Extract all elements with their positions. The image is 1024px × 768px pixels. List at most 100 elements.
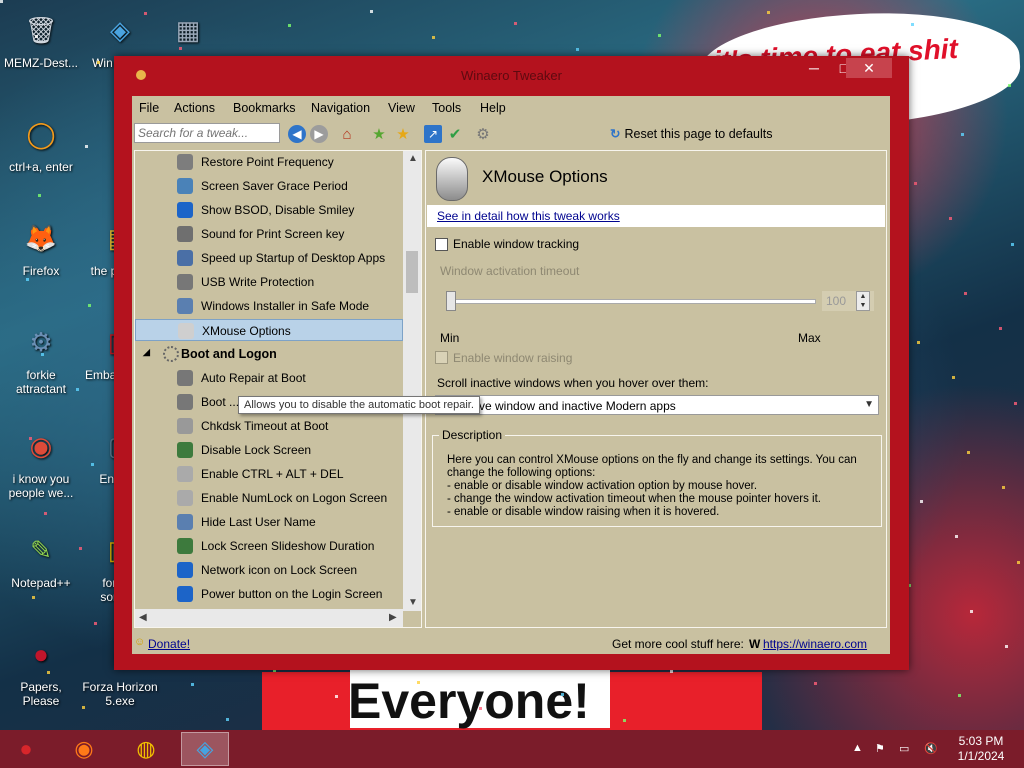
start-button[interactable]: ● bbox=[2, 732, 50, 766]
tree-item[interactable]: Restore Point Frequency bbox=[135, 151, 403, 173]
tweak-icon bbox=[177, 490, 193, 506]
taskbar-winaero[interactable]: ◈ bbox=[181, 732, 229, 766]
tree-item[interactable]: Network icon on Lock Screen bbox=[135, 559, 403, 581]
confetti-speck bbox=[967, 451, 970, 454]
add-bookmark-icon[interactable]: ★ bbox=[370, 125, 388, 143]
tree-item[interactable]: USB Write Protection bbox=[135, 271, 403, 293]
tweak-panel: XMouse Options See in detail how this tw… bbox=[425, 150, 887, 628]
tree-item-selected[interactable]: XMouse Options bbox=[135, 319, 403, 341]
back-icon[interactable]: ◀ bbox=[288, 125, 306, 143]
desktop-icon[interactable]: ⚙ forkie attractant bbox=[3, 320, 79, 396]
tree-item[interactable]: Windows Installer in Safe Mode bbox=[135, 295, 403, 317]
confetti-speck bbox=[144, 12, 147, 15]
tree-item[interactable]: Lock Screen Slideshow Duration bbox=[135, 535, 403, 557]
description-legend: Description bbox=[439, 428, 506, 442]
home-icon[interactable]: ⌂ bbox=[338, 125, 356, 143]
scroll-inactive-dropdown[interactable]: ctive window and inactive Modern apps ▼ bbox=[435, 395, 879, 415]
tweak-tree: Restore Point Frequency Screen Saver Grac… bbox=[134, 150, 422, 628]
bookmarks-icon[interactable]: ★ bbox=[394, 125, 412, 143]
scroll-thumb[interactable] bbox=[406, 251, 418, 293]
tree-item[interactable]: Screen Saver Grace Period bbox=[135, 175, 403, 197]
tree-item-label: Screen Saver Grace Period bbox=[201, 179, 348, 193]
flag-icon[interactable]: ⚑ bbox=[875, 742, 885, 755]
tree-item[interactable]: Auto Repair at Boot bbox=[135, 367, 403, 389]
clock[interactable]: 5:03 PM 1/1/2024 bbox=[948, 734, 1014, 764]
expand-arrow-icon[interactable]: ◢ bbox=[143, 347, 150, 358]
taskbar-chrome[interactable]: ◍ bbox=[122, 732, 170, 766]
tree-item-label: Sound for Print Screen key bbox=[201, 227, 345, 241]
scroll-right-icon[interactable]: ▶ bbox=[389, 612, 397, 623]
desktop-icon[interactable]: ◯ ctrl+a, enter bbox=[3, 112, 79, 174]
timeout-slider-thumb[interactable] bbox=[446, 291, 456, 311]
tree-item[interactable]: Hide Last User Name bbox=[135, 511, 403, 533]
menu-tools[interactable]: Tools bbox=[432, 101, 461, 115]
tree-item[interactable]: Speed up Startup of Desktop Apps bbox=[135, 247, 403, 269]
taskbar-firefox[interactable]: ◉ bbox=[60, 732, 108, 766]
tooltip: Allows you to disable the automatic boot… bbox=[238, 396, 480, 414]
tree-item[interactable]: Enable NumLock on Logon Screen bbox=[135, 487, 403, 509]
confetti-speck bbox=[226, 718, 229, 721]
confetti-speck bbox=[814, 682, 817, 685]
start-icon: ● bbox=[19, 736, 33, 761]
tree-item-label: Chkdsk Timeout at Boot bbox=[201, 419, 329, 433]
desktop-icon-label: Papers, Please bbox=[20, 680, 62, 708]
desktop-icon[interactable]: ● Papers, Please bbox=[3, 632, 79, 708]
winaero-link[interactable]: https://winaero.com bbox=[763, 637, 867, 651]
forward-icon[interactable]: ▶ bbox=[310, 125, 328, 143]
tree-item[interactable]: Chkdsk Timeout at Boot bbox=[135, 415, 403, 437]
title-bar[interactable]: Winaero Tweaker ─ □ ✕ bbox=[114, 56, 909, 96]
desktop-icon[interactable]: 🗑 MEMZ-Dest... bbox=[3, 8, 79, 70]
desktop-icon[interactable]: 🦊 Firefox bbox=[3, 216, 79, 278]
volume-muted-icon[interactable]: 🔇 bbox=[924, 742, 938, 755]
apply-icon[interactable]: ✔ bbox=[446, 125, 464, 143]
confetti-speck bbox=[949, 217, 952, 220]
confetti-speck bbox=[914, 182, 917, 185]
menu-bar: File Actions Bookmarks Navigation View T… bbox=[132, 96, 890, 120]
menu-navigation[interactable]: Navigation bbox=[311, 101, 370, 115]
scroll-down-icon[interactable]: ▼ bbox=[408, 597, 418, 608]
tree-item[interactable]: Enable CTRL + ALT + DEL bbox=[135, 463, 403, 485]
tree-item[interactable]: Disable Lock Screen bbox=[135, 439, 403, 461]
tree-item[interactable]: Power button on the Login Screen bbox=[135, 583, 403, 605]
scroll-left-icon[interactable]: ◀ bbox=[139, 612, 147, 623]
confetti-speck bbox=[88, 304, 91, 307]
show-hidden-icons[interactable]: ▲ bbox=[852, 742, 863, 754]
timeout-slider-track[interactable] bbox=[448, 299, 816, 304]
detail-link[interactable]: See in detail how this tweak works bbox=[437, 209, 620, 223]
desktop-icon[interactable]: ✎ Notepad++ bbox=[3, 528, 79, 590]
tree-item-label: Speed up Startup of Desktop Apps bbox=[201, 251, 386, 265]
enable-tracking-checkbox[interactable] bbox=[435, 238, 448, 251]
menu-help[interactable]: Help bbox=[480, 101, 506, 115]
menu-bookmarks[interactable]: Bookmarks bbox=[233, 101, 296, 115]
network-icon[interactable]: ▭ bbox=[899, 742, 909, 755]
tree-vertical-scrollbar[interactable]: ▲ ▼ bbox=[403, 151, 421, 611]
tree-item[interactable]: Sound for Print Screen key bbox=[135, 223, 403, 245]
donate-link[interactable]: Donate! bbox=[148, 637, 190, 651]
enable-raising-label: Enable window raising bbox=[453, 351, 573, 365]
timeout-spinner[interactable]: 100 ▲ ▼ bbox=[822, 291, 874, 311]
close-button[interactable]: ✕ bbox=[846, 58, 892, 78]
shortcut-icon[interactable]: ↗ bbox=[424, 125, 442, 143]
settings-gear-icon[interactable]: ⚙ bbox=[474, 125, 492, 143]
search-input[interactable] bbox=[134, 123, 280, 143]
menu-view[interactable]: View bbox=[388, 101, 415, 115]
scroll-up-icon[interactable]: ▲ bbox=[408, 153, 418, 164]
menu-actions[interactable]: Actions bbox=[174, 101, 215, 115]
confetti-speck bbox=[432, 36, 435, 39]
confetti-speck bbox=[670, 670, 673, 673]
menu-file[interactable]: File bbox=[139, 101, 159, 115]
minimize-button[interactable]: ─ bbox=[800, 58, 828, 78]
tree-item[interactable]: Show BSOD, Disable Smiley bbox=[135, 199, 403, 221]
tree-group-boot-and-logon[interactable]: ◢ Boot and Logon bbox=[135, 343, 403, 365]
confetti-speck bbox=[658, 34, 661, 37]
tree-item-label: Network icon on Lock Screen bbox=[201, 563, 358, 577]
enable-raising-checkbox[interactable] bbox=[435, 351, 448, 364]
tree-horizontal-scrollbar[interactable]: ◀ ▶ bbox=[135, 609, 403, 627]
spinner-arrows-icon[interactable]: ▲ ▼ bbox=[856, 291, 870, 311]
reset-page-button[interactable]: ↻ Reset this page to defaults bbox=[610, 126, 773, 141]
reset-label: Reset this page to defaults bbox=[624, 127, 773, 141]
desktop-app-icon: ◈ bbox=[110, 15, 130, 45]
desktop-icon[interactable]: ▦ bbox=[150, 8, 226, 56]
desktop-icon[interactable]: ◉ i know you people we... bbox=[3, 424, 79, 500]
desktop-app-icon: 🗑 bbox=[24, 15, 58, 45]
